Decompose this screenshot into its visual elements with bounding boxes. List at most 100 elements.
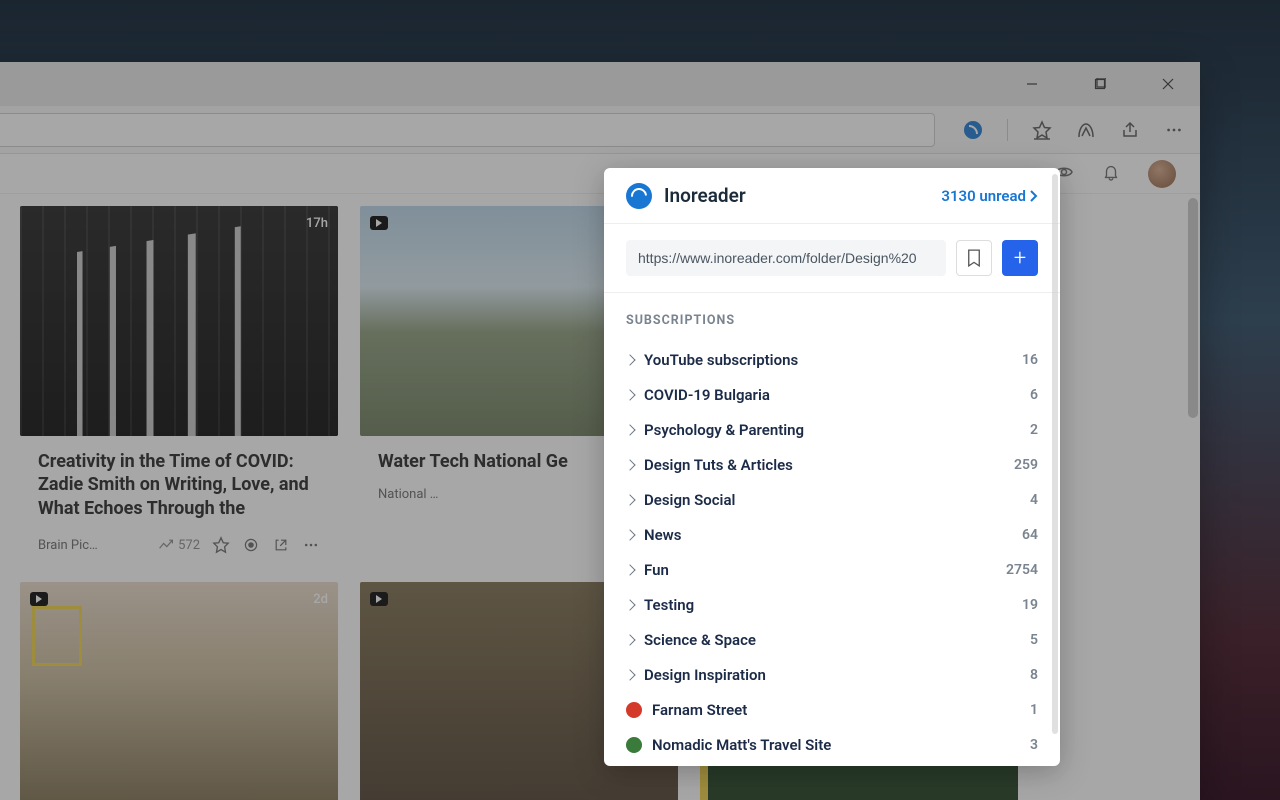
popup-header: Inoreader 3130 unread	[604, 168, 1060, 224]
subscription-count: 8	[1030, 667, 1038, 683]
popup-url-row: +	[604, 224, 1060, 293]
subscription-label: Psychology & Parenting	[644, 421, 1020, 439]
subscription-count: 1	[1030, 702, 1038, 718]
article-card[interactable]: 2d	[20, 582, 338, 800]
chevron-right-icon	[624, 634, 635, 645]
subscription-label: News	[644, 526, 1012, 544]
unread-count: 3130 unread	[941, 187, 1026, 205]
browser-toolbar	[0, 106, 1200, 154]
chevron-right-icon	[624, 389, 635, 400]
subscription-item[interactable]: Fun 2754	[626, 552, 1038, 587]
subscription-item[interactable]: Design Social 4	[626, 482, 1038, 517]
chevron-right-icon	[624, 529, 635, 540]
collections-icon[interactable]	[1076, 120, 1096, 140]
subscription-item[interactable]: Psychology & Parenting 2	[626, 412, 1038, 447]
card-thumbnail[interactable]: 17h	[20, 206, 338, 436]
play-icon	[370, 216, 388, 230]
card-title: Creativity in the Time of COVID: Zadie S…	[38, 450, 320, 522]
unread-link[interactable]: 3130 unread	[941, 187, 1038, 205]
subscription-count: 2	[1030, 422, 1038, 438]
chevron-right-icon	[624, 354, 635, 365]
subscription-count: 4	[1030, 492, 1038, 508]
bookmark-button[interactable]	[956, 240, 992, 276]
subscription-count: 3	[1030, 737, 1038, 753]
add-button[interactable]: +	[1002, 240, 1038, 276]
subscription-count: 2754	[1006, 562, 1038, 578]
toolbar-separator	[1007, 119, 1008, 141]
toolbar-icons	[963, 119, 1184, 141]
subscription-label: Design Social	[644, 491, 1020, 509]
url-input[interactable]	[626, 240, 946, 276]
user-avatar[interactable]	[1148, 160, 1176, 188]
star-icon[interactable]	[212, 536, 230, 554]
inoreader-logo-icon	[626, 183, 652, 209]
subscription-count: 19	[1022, 597, 1038, 613]
subscription-count: 16	[1022, 352, 1038, 368]
window-minimize-button[interactable]	[1010, 68, 1054, 100]
minimize-icon	[1026, 78, 1038, 90]
rss-extension-icon[interactable]	[963, 120, 983, 140]
window-titlebar	[0, 62, 1200, 106]
card-thumbnail[interactable]: 2d	[20, 582, 338, 800]
bookmark-icon	[967, 249, 981, 267]
close-icon	[1162, 78, 1174, 90]
chevron-right-icon	[624, 669, 635, 680]
subscription-item[interactable]: Design Tuts & Articles 259	[626, 447, 1038, 482]
subscription-label: Design Tuts & Articles	[644, 456, 1004, 474]
maximize-icon	[1094, 78, 1106, 90]
plus-icon: +	[1014, 246, 1026, 271]
mark-read-icon[interactable]	[242, 536, 260, 554]
play-icon	[30, 592, 48, 606]
popup-title: Inoreader	[664, 184, 941, 207]
subscription-count: 6	[1030, 387, 1038, 403]
card-meta: Brain Pic… 572	[20, 522, 338, 558]
subscription-label: Testing	[644, 596, 1012, 614]
chevron-right-icon	[1030, 190, 1038, 202]
subscription-label: Science & Space	[644, 631, 1020, 649]
more-icon[interactable]	[1164, 120, 1184, 140]
subscription-label: COVID-19 Bulgaria	[644, 386, 1020, 404]
feed-favicon	[626, 702, 642, 718]
chevron-right-icon	[624, 459, 635, 470]
time-badge: 17h	[306, 216, 328, 231]
article-card[interactable]: 17h Creativity in the Time of COVID: Zad…	[20, 206, 338, 558]
trending-icon: 572	[158, 536, 200, 554]
subscription-count: 5	[1030, 632, 1038, 648]
subscription-item[interactable]: Nomadic Matt's Travel Site 3	[626, 727, 1038, 762]
subscriptions-section: SUBSCRIPTIONS YouTube subscriptions16COV…	[604, 293, 1060, 766]
bell-icon[interactable]	[1102, 163, 1120, 185]
chevron-right-icon	[624, 494, 635, 505]
subscription-item[interactable]: News 64	[626, 517, 1038, 552]
subscription-label: Fun	[644, 561, 996, 579]
chevron-right-icon	[624, 564, 635, 575]
play-icon	[370, 592, 388, 606]
subscriptions-heading: SUBSCRIPTIONS	[626, 313, 1038, 328]
subscription-item[interactable]: Science & Space 5	[626, 622, 1038, 657]
subscription-item[interactable]: Testing 19	[626, 587, 1038, 622]
card-source: Brain Pic…	[38, 538, 146, 553]
time-badge: 2d	[313, 592, 328, 607]
card-more-icon[interactable]	[302, 536, 320, 554]
subscription-label: Farnam Street	[652, 701, 1020, 719]
open-link-icon[interactable]	[272, 536, 290, 554]
address-bar[interactable]	[0, 113, 935, 147]
share-icon[interactable]	[1120, 120, 1140, 140]
subscription-label: Nomadic Matt's Travel Site	[652, 736, 1020, 754]
window-close-button[interactable]	[1146, 68, 1190, 100]
window-maximize-button[interactable]	[1078, 68, 1122, 100]
chevron-right-icon	[624, 599, 635, 610]
favorites-icon[interactable]	[1032, 120, 1052, 140]
subscription-item[interactable]: Farnam Street 1	[626, 692, 1038, 727]
subscription-item[interactable]: YouTube subscriptions 16	[626, 342, 1038, 377]
feed-favicon	[626, 737, 642, 753]
subscription-label: Design Inspiration	[644, 666, 1020, 684]
subscription-count: 259	[1014, 457, 1038, 473]
subscription-item[interactable]: Design Inspiration 8	[626, 657, 1038, 692]
subscription-count: 64	[1022, 527, 1038, 543]
popup-scrollbar[interactable]	[1052, 174, 1058, 734]
subscription-item[interactable]: COVID-19 Bulgaria 6	[626, 377, 1038, 412]
content-scrollbar[interactable]	[1188, 198, 1198, 418]
extension-popup: Inoreader 3130 unread + SUBSCRIPTIONS Yo…	[604, 168, 1060, 766]
subscription-label: YouTube subscriptions	[644, 351, 1012, 369]
chevron-right-icon	[624, 424, 635, 435]
